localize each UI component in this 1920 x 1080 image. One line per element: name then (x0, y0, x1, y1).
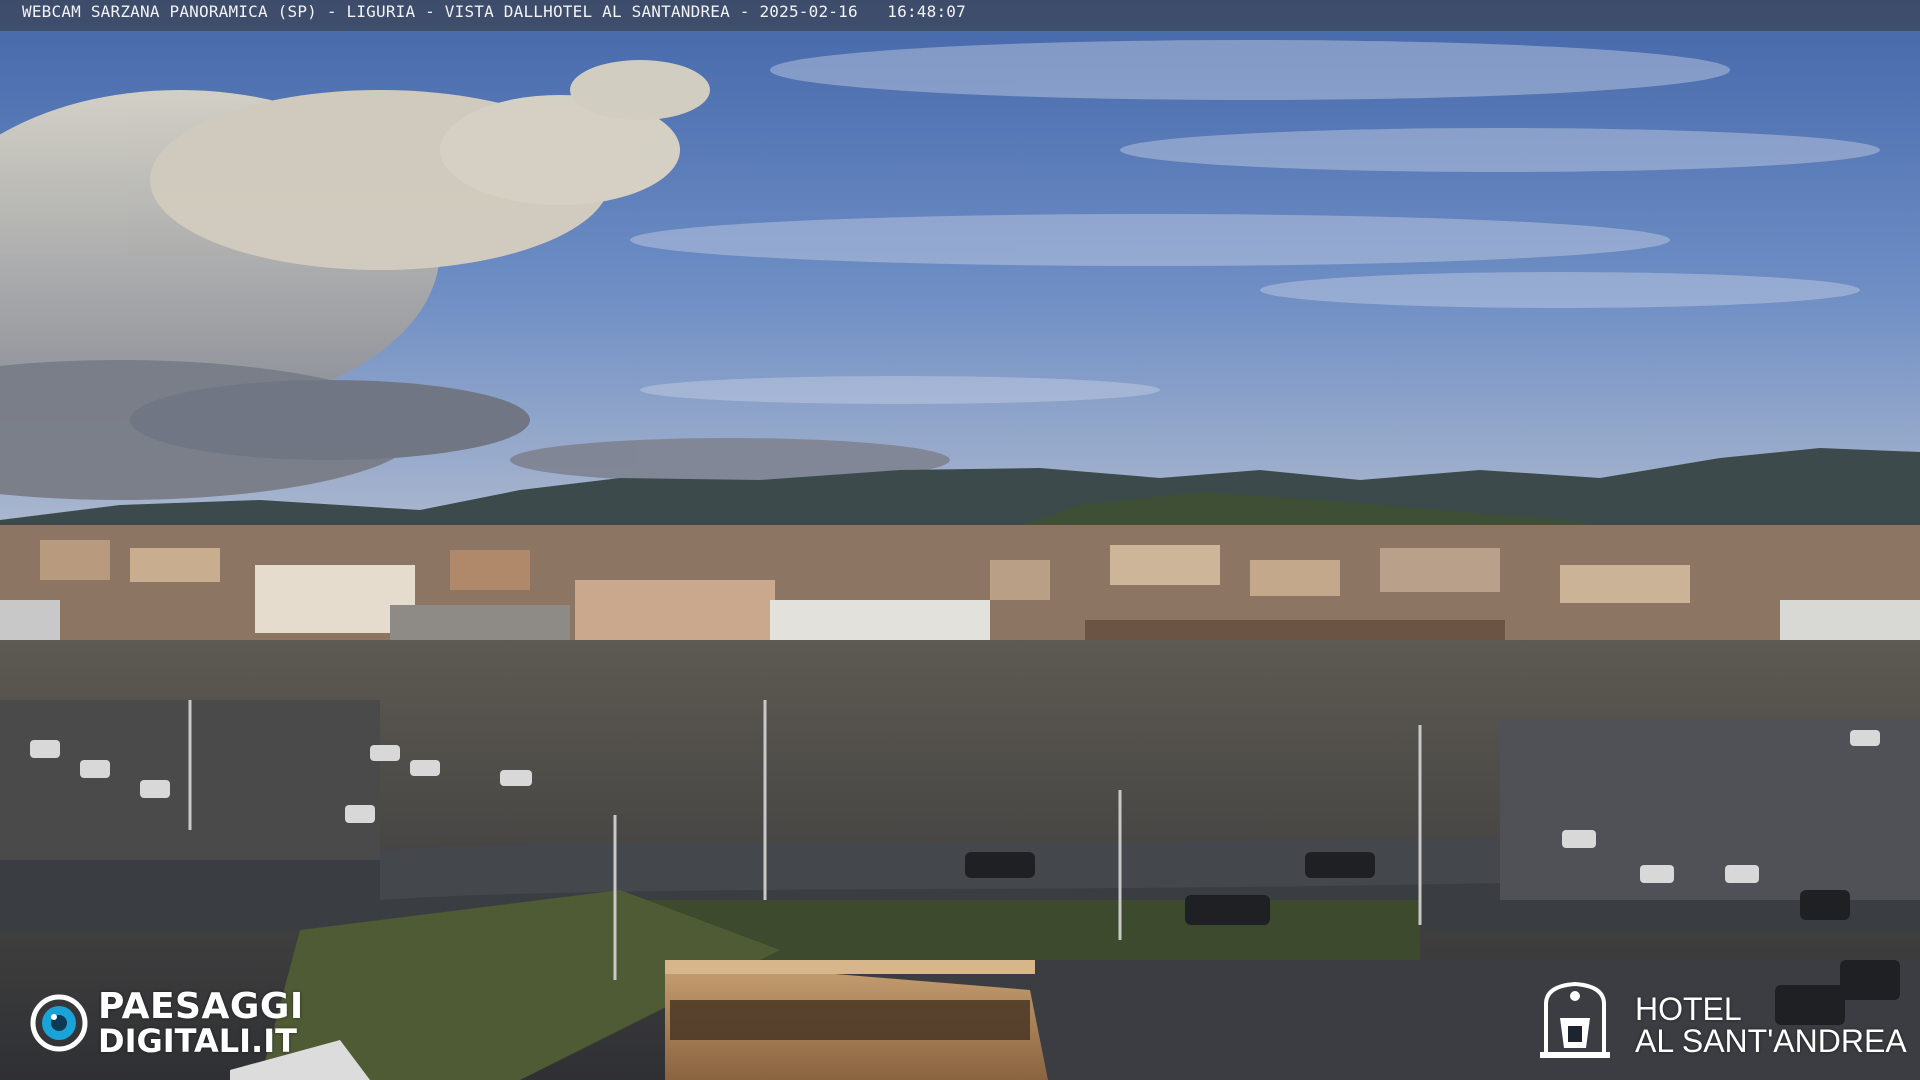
logo-text-paesaggi: PAESAGGI (98, 986, 304, 1027)
parking-lot-right (1500, 720, 1920, 900)
webcam-frame: WEBCAM SARZANA PANORAMICA (SP) - LIGURIA… (0, 0, 1920, 1080)
webcam-caption: WEBCAM SARZANA PANORAMICA (SP) - LIGURIA… (22, 2, 966, 21)
caption-bar: WEBCAM SARZANA PANORAMICA (SP) - LIGURIA… (0, 0, 1920, 31)
paesaggi-digitali-logo: PAESAGGI DIGITALI.IT (30, 988, 350, 1058)
hotel-crest-icon (1540, 981, 1610, 1058)
logo-text-digitali: DIGITALI.IT (98, 1022, 297, 1060)
hotel-logo: HOTEL AL SANT'ANDREA (1538, 978, 1908, 1068)
webcam-scene (0, 0, 1920, 1080)
hotel-name-line2: AL SANT'ANDREA (1635, 1023, 1907, 1059)
eye-logo-icon (30, 994, 88, 1052)
hotel-name-line1: HOTEL (1635, 991, 1742, 1027)
